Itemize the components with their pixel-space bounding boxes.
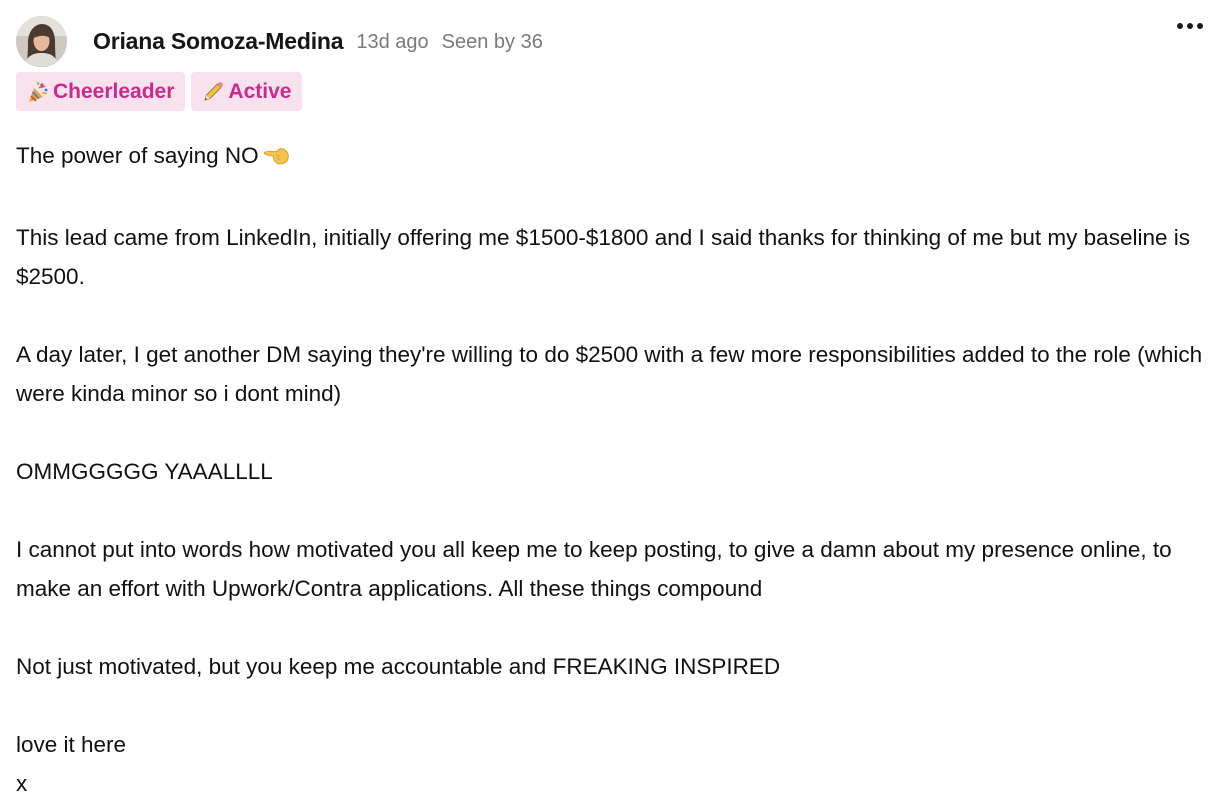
pointing-hand-emoji (263, 140, 291, 179)
post-text: The power of saying NO (16, 143, 259, 168)
post-paragraph: The power of saying NO (16, 136, 1204, 179)
post-paragraph: x (16, 771, 28, 796)
badge-active-label: Active (228, 79, 292, 103)
post-header: Oriana Somoza-Medina 13d ago Seen by 36 (16, 15, 1200, 67)
post-paragraph: A day later, I get another DM saying the… (16, 342, 1203, 406)
more-options-button[interactable] (1174, 12, 1206, 40)
author-badges: Cheerleader Active (16, 72, 303, 111)
party-popper-icon (26, 80, 50, 104)
post-paragraph: I cannot put into words how motivated yo… (16, 537, 1172, 601)
badge-cheerleader[interactable]: Cheerleader (16, 72, 186, 111)
user-avatar (16, 15, 67, 67)
pencil-icon (201, 80, 225, 104)
post-body: The power of saying NO This lead came fr… (16, 136, 1204, 802)
badge-cheerleader-label: Cheerleader (53, 79, 175, 103)
post-paragraph: This lead came from LinkedIn, initially … (16, 225, 1190, 289)
author-name[interactable]: Oriana Somoza-Medina (93, 28, 344, 55)
badge-active[interactable]: Active (191, 72, 303, 111)
seen-count[interactable]: Seen by 36 (442, 29, 543, 54)
post-timestamp: 13d ago (356, 30, 429, 53)
ellipsis-icon (1177, 23, 1203, 29)
post-paragraph: OMMGGGGG YAAALLLL (16, 459, 273, 484)
post-paragraph: love it here (16, 732, 127, 757)
post-paragraph: Not just motivated, but you keep me acco… (16, 654, 781, 679)
author-avatar[interactable] (16, 15, 67, 67)
post-card: Oriana Somoza-Medina 13d ago Seen by 36 (0, 0, 1216, 802)
